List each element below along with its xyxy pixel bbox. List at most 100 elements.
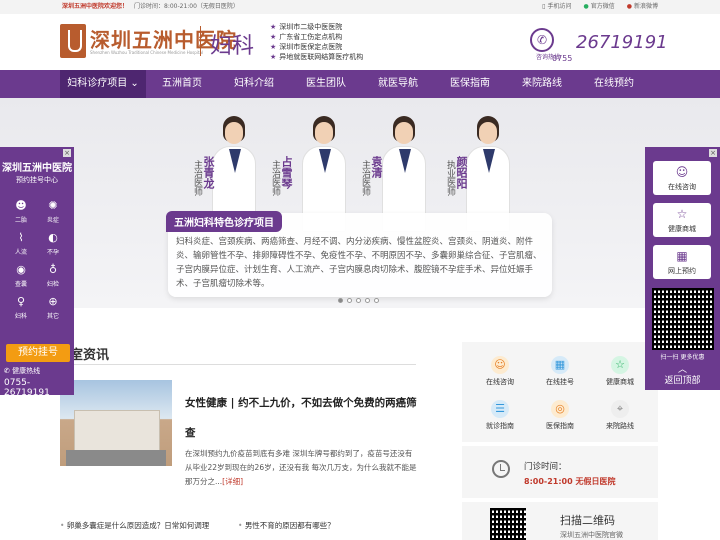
right-online-booking[interactable]: ▦ 网上预约	[653, 245, 711, 279]
carousel-dot[interactable]	[374, 298, 379, 303]
qrcode-sub: 深圳五洲中医院官微	[560, 531, 623, 539]
more-link[interactable]: [详细]	[222, 477, 243, 486]
phone-icon: ✆	[530, 28, 554, 52]
cell-icon: ✺	[48, 199, 58, 212]
list-item[interactable]: 卵巢多囊症是什么原因造成？日常如何调理	[60, 519, 210, 533]
female-icon: ♀	[16, 295, 26, 308]
nav-guide[interactable]: 就医导航	[362, 70, 434, 98]
nav-home[interactable]: 五洲首页	[146, 70, 218, 98]
left-item-cyst[interactable]: ◉ 查囊	[4, 263, 38, 288]
feature-body: 妇科炎症、宫颈疾病、两癌筛查、月经不调、内分泌疾病、慢性盆腔炎、宫颈炎、阴道炎、…	[176, 237, 542, 289]
doctor-name: 颜昭阳	[455, 156, 468, 189]
shop-icon: ☆	[676, 207, 688, 221]
close-icon[interactable]: ×	[63, 149, 71, 157]
book-appointment-button[interactable]: 预约挂号	[6, 344, 70, 362]
right-float-panel: × ☺ 在线咨询 ☆ 健康商城 ▦ 网上预约 扫一扫 更多优惠 ︿ 返回顶部	[645, 147, 720, 390]
section-divider	[60, 364, 416, 365]
hospital-credentials: ★ 深圳市二级中医医院 ★ 广东省工伤定点机构 ★ 深圳市医保定点医院 ★ 异地就医联网…	[270, 23, 364, 61]
qrcode-block: 扫描二维码 深圳五洲中医院官微	[462, 502, 658, 540]
clinic-hours-value: 8:00-21:00 无假日医院	[524, 477, 616, 486]
news-image[interactable]	[60, 380, 172, 466]
left-item-inflammation[interactable]: ✺ 炎症	[36, 199, 70, 224]
chat-icon: ☺	[491, 356, 509, 374]
star-icon: ★	[270, 33, 277, 41]
service-insurance[interactable]: ◎ 医保指南	[530, 400, 590, 431]
department-title: 妇科	[210, 34, 255, 59]
carousel-dots	[338, 298, 379, 303]
carousel-dot[interactable]	[365, 298, 370, 303]
clinic-hours-label: 门诊时间：	[524, 462, 567, 472]
wechat-link[interactable]: ● 官方微信	[583, 0, 614, 14]
calendar-icon: ▦	[676, 249, 688, 263]
news-summary: 在深圳预约九价疫苗到底有多难 深圳车牌号都约到了，疫苗号还没有 从毕业22岁到现…	[185, 449, 417, 486]
left-float-title: 深圳五洲中医院	[2, 163, 72, 174]
service-visit-guide[interactable]: ☰ 就诊指南	[470, 400, 530, 431]
star-icon: ★	[270, 43, 277, 51]
carousel-dot[interactable]	[356, 298, 361, 303]
left-item-gynecology[interactable]: ♀ 妇科	[4, 295, 38, 320]
feature-title: 五洲妇科特色诊疗项目	[166, 211, 282, 232]
right-health-shop[interactable]: ☆ 健康商城	[653, 203, 711, 237]
qr-code-icon	[490, 508, 526, 540]
nav-gyn-projects[interactable]: 妇科诊疗项目 ⌄	[60, 70, 146, 98]
chat-icon: ☺	[675, 165, 689, 179]
close-icon[interactable]: ×	[709, 149, 717, 157]
doctor-name: 张青龙	[202, 156, 215, 189]
top-bar: 深圳五洲中医院欢迎您！ 门诊时间：8:00-21:00（无假日医院） ▯ 手机访问…	[0, 0, 720, 14]
service-online-register[interactable]: ▦ 在线挂号	[530, 356, 590, 387]
hours-text: 门诊时间：8:00-21:00（无假日医院）	[134, 3, 239, 10]
doctor-title: 主治医师	[270, 160, 280, 196]
egg-icon: ◐	[48, 231, 58, 244]
carousel-dot[interactable]	[347, 298, 352, 303]
header: 深圳五洲中医院 Shenzhen Wuzhou Traditional Chin…	[0, 14, 720, 70]
qrcode-label: 扫描二维码	[560, 514, 615, 527]
service-online-consult[interactable]: ☺ 在线咨询	[470, 356, 530, 387]
carousel-dot[interactable]	[338, 298, 343, 303]
cyst-icon: ◉	[16, 263, 26, 276]
left-item-infertility[interactable]: ◐ 不孕	[36, 231, 70, 256]
star-icon: ★	[270, 53, 277, 61]
nav-doctors[interactable]: 医生团队	[290, 70, 362, 98]
nav-insurance[interactable]: 医保指南	[434, 70, 506, 98]
left-item-abortion[interactable]: ⌇ 人流	[4, 231, 38, 256]
clinic-hours: 门诊时间： 8:00-21:00 无假日医院	[462, 446, 658, 498]
chevron-up-icon: ︿	[677, 365, 687, 375]
left-float-panel: × 深圳五洲中医院 预约挂号中心 ☻ 二胎 ✺ 炎症 ⌇ 人流 ◐ 不孕 ◉ 查囊 ♁ 妇检…	[0, 147, 74, 398]
nav-gyn-intro[interactable]: 妇科介绍	[218, 70, 290, 98]
main-nav: 妇科诊疗项目 ⌄ 五洲首页 妇科介绍 医生团队 就医导航 医保指南 来院路线 在…	[0, 70, 720, 98]
hotline-number[interactable]: 0755-26719191	[4, 378, 74, 398]
service-route[interactable]: ⌖ 来院路线	[590, 400, 650, 431]
wechat-icon: ●	[583, 3, 589, 10]
header-divider	[200, 26, 201, 56]
mobile-link[interactable]: ▯ 手机访问	[542, 0, 571, 14]
bed-icon: ⌇	[18, 231, 24, 244]
phone-icon: ✆	[4, 367, 10, 375]
hotline-label: ✆ 健康热线	[4, 367, 41, 375]
nav-route[interactable]: 来院路线	[506, 70, 578, 98]
right-online-consult[interactable]: ☺ 在线咨询	[653, 161, 711, 195]
hospital-logo-icon[interactable]	[60, 24, 86, 58]
left-float-subtitle: 预约挂号中心	[16, 176, 58, 184]
insurance-icon: ◎	[551, 400, 569, 418]
service-grid: ☺ 在线咨询 ▦ 在线挂号 ☆ 健康商城 ☰ 就诊指南 ◎ 医保指南 ⌖ 来院路线	[462, 342, 658, 442]
stethoscope-icon: ♁	[48, 263, 58, 276]
phone-number: 26719191	[576, 32, 668, 53]
left-item-checkup[interactable]: ♁ 妇检	[36, 263, 70, 288]
list-item[interactable]: 男性不育的原因都有哪些？	[238, 519, 335, 533]
left-item-second-child[interactable]: ☻ 二胎	[4, 199, 38, 224]
left-item-other[interactable]: ⊕ 其它	[36, 295, 70, 320]
guide-icon: ☰	[491, 400, 509, 418]
news-headline[interactable]: 女性健康 | 约不上九价，不如去做个免费的两癌筛查	[185, 388, 417, 448]
shop-icon: ☆	[611, 356, 629, 374]
service-health-shop[interactable]: ☆ 健康商城	[590, 356, 650, 387]
weibo-link[interactable]: ● 新浪微博	[627, 0, 658, 14]
mobile-icon: ▯	[542, 3, 546, 10]
back-to-top-button[interactable]: ︿ 返回顶部	[645, 365, 720, 387]
doctor-title: 主治医师	[360, 160, 370, 196]
welcome-text: 深圳五洲中医院欢迎您！	[62, 3, 129, 10]
doctor-title: 执业医师	[445, 160, 455, 196]
doctor-name: 袁清	[370, 156, 383, 178]
location-icon: ⌖	[611, 400, 629, 418]
brand-english: Shenzhen Wuzhou Traditional Chinese Medi…	[90, 50, 204, 55]
nav-booking[interactable]: 在线预约	[578, 70, 650, 98]
